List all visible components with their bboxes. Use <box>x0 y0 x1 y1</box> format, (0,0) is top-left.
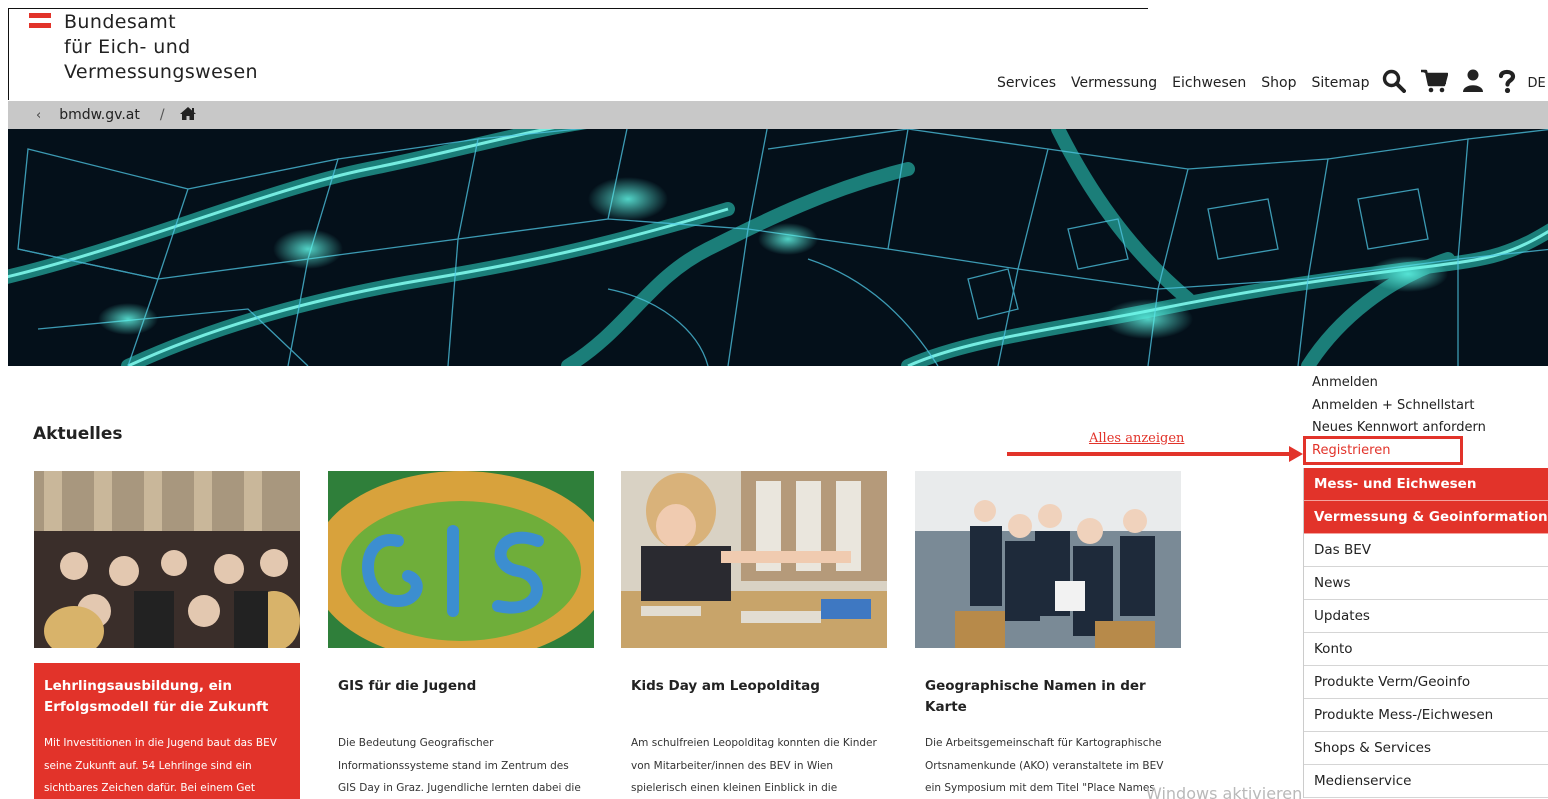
news-card-description: Die Arbeitsgemeinschaft für Kartographis… <box>925 737 1164 794</box>
gis-sand-photo <box>328 471 594 648</box>
help-icon[interactable] <box>1498 69 1516 98</box>
nav-sitemap[interactable]: Sitemap <box>1312 75 1370 91</box>
news-card-title[interactable]: Kids Day am Leopolditag <box>621 663 887 725</box>
aktuelles-heading: Aktuelles <box>33 424 123 444</box>
news-card-description: Mit Investitionen in die Jugend baut das… <box>44 737 277 794</box>
side-item-mess-eichwesen[interactable]: Mess- und Eichwesen <box>1304 468 1548 501</box>
breadcrumb-back-chevron[interactable]: ‹ <box>36 108 41 123</box>
site-header: Bundesamt für Eich- und Vermessungswesen… <box>0 0 1548 100</box>
login-quickstart-link[interactable]: Anmelden + Schnellstart <box>1312 395 1486 418</box>
side-item-shops-services[interactable]: Shops & Services <box>1304 732 1548 765</box>
lang-de-link[interactable]: DE <box>1528 76 1546 91</box>
side-item-news[interactable]: News <box>1304 567 1548 600</box>
side-item-das-bev[interactable]: Das BEV <box>1304 534 1548 567</box>
nav-shop[interactable]: Shop <box>1261 75 1296 91</box>
news-card-title[interactable]: GIS für die Jugend <box>328 663 594 725</box>
nav-vermessung[interactable]: Vermessung <box>1071 75 1157 91</box>
logo-line-3: Vermessungswesen <box>64 61 258 83</box>
user-icon[interactable] <box>1462 69 1484 98</box>
site-logo-text[interactable]: Bundesamt für Eich- und Vermessungswesen <box>64 10 258 85</box>
home-icon[interactable] <box>179 106 197 125</box>
news-card-description: Die Bedeutung Geografischer Informations… <box>338 737 581 794</box>
nav-eichwesen[interactable]: Eichwesen <box>1172 75 1246 91</box>
news-card-geographische-namen[interactable]: Geographische Namen in der Karte Die Arb… <box>915 471 1181 799</box>
side-item-produkte-verm-geoinfo[interactable]: Produkte Verm/Geoinfo <box>1304 666 1548 699</box>
windows-activation-watermark: Windows aktivieren <box>1146 784 1303 799</box>
news-card-gis[interactable]: GIS für die Jugend Die Bedeutung Geograf… <box>328 471 594 799</box>
hero-cadastral-map-image <box>8 129 1548 366</box>
logo-line-2: für Eich- und <box>64 36 191 58</box>
nav-services[interactable]: Services <box>997 75 1056 91</box>
side-item-konto[interactable]: Konto <box>1304 633 1548 666</box>
side-item-medienservice[interactable]: Medienservice <box>1304 765 1548 798</box>
page: Bundesamt für Eich- und Vermessungswesen… <box>0 0 1548 799</box>
news-card-kids-day[interactable]: Kids Day am Leopolditag Am schulfreien L… <box>621 471 887 799</box>
search-icon[interactable] <box>1382 69 1406 98</box>
breadcrumb-separator: / <box>159 107 165 123</box>
top-navigation: Services Vermessung Eichwesen Shop Sitem… <box>997 68 1548 98</box>
side-item-produkte-mess-eichwesen[interactable]: Produkte Mess-/Eichwesen <box>1304 699 1548 732</box>
language-switch: DE / EN <box>1528 76 1548 91</box>
child-puzzle-photo <box>621 471 887 648</box>
news-card-description: Am schulfreien Leopolditag konnten die K… <box>631 737 877 794</box>
breadcrumb: ‹ bmdw.gv.at / <box>8 101 1548 129</box>
breadcrumb-link-bmdw[interactable]: bmdw.gv.at <box>59 107 140 123</box>
cart-icon[interactable] <box>1420 69 1448 98</box>
side-item-vermessung-geoinformation[interactable]: Vermessung & Geoinformation <box>1304 501 1548 534</box>
window-frame-top <box>8 8 1148 9</box>
news-card-title[interactable]: Geographische Namen in der Karte <box>915 663 1181 725</box>
side-item-updates[interactable]: Updates <box>1304 600 1548 633</box>
symposium-photo <box>915 471 1181 648</box>
annotation-arrow-line <box>1007 452 1292 456</box>
news-card-title[interactable]: Lehrlingsausbildung, ein Erfolgsmodell f… <box>34 663 300 725</box>
austria-flag-logo-icon[interactable] <box>29 13 51 29</box>
side-menu: Mess- und Eichwesen Vermessung & Geoinfo… <box>1303 468 1548 798</box>
news-card-lehrlinge[interactable]: Lehrlingsausbildung, ein Erfolgsmodell f… <box>34 471 300 799</box>
annotation-highlight-box <box>1303 436 1463 465</box>
window-frame-left <box>8 8 9 100</box>
login-link[interactable]: Anmelden <box>1312 372 1486 395</box>
alles-anzeigen-link[interactable]: Alles anzeigen <box>1089 431 1184 446</box>
annotation-arrow-head <box>1289 446 1303 462</box>
lecture-hall-photo <box>34 471 300 648</box>
logo-line-1: Bundesamt <box>64 11 176 33</box>
